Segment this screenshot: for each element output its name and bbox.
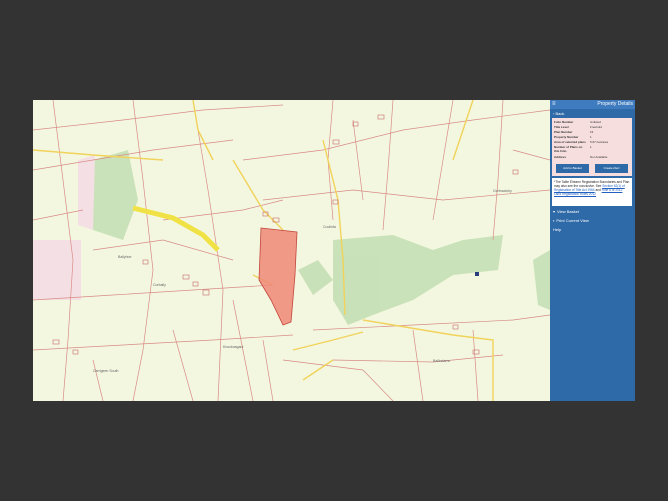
detail-value: Not Available <box>590 155 608 159</box>
property-details: Folio Number Unlisted Title Level Freeho… <box>552 118 632 176</box>
place-label: Ballindarra <box>433 359 450 363</box>
hamburger-icon[interactable]: ≡ <box>552 101 556 108</box>
panel-title: Property Details <box>597 101 633 107</box>
hatched-area <box>33 240 81 300</box>
detail-value: Unlisted <box>590 120 601 124</box>
place-label: Corbally <box>153 283 166 287</box>
detail-label: Property Number <box>554 135 579 139</box>
place-label: Coolinfa <box>323 225 336 229</box>
help-link[interactable]: Help <box>553 227 561 232</box>
detail-label: Address <box>554 155 567 159</box>
back-label: Back <box>555 111 565 116</box>
place-label: Knocknagaul <box>223 345 243 349</box>
view-basket-link[interactable]: ▾ View Basket <box>553 209 579 214</box>
disclaimer-note: *The Tailte Éireann Registration Boundar… <box>552 178 632 206</box>
app-window: Coolinfa Ballyhoe Knocknagaul Ballindarr… <box>33 100 635 401</box>
detail-label: Folio Number <box>554 120 574 124</box>
help-label: Help <box>553 227 562 232</box>
detail-value: 15 <box>590 130 594 134</box>
property-panel: ≡ Property Details ‹ Back Folio Number U… <box>550 100 635 401</box>
add-to-basket-button[interactable]: Add to Basket <box>556 164 589 173</box>
map-canvas[interactable]: Coolinfa Ballyhoe Knocknagaul Ballindarr… <box>33 100 550 401</box>
hatched-area <box>78 155 95 230</box>
cart-icon: ▾ <box>553 209 556 214</box>
panel-header: ≡ Property Details <box>550 100 635 109</box>
detail-value: 5.67 hectares <box>590 140 609 144</box>
detail-label: Title Level <box>554 125 569 129</box>
place-label: Carrigeen South <box>93 369 119 373</box>
back-button[interactable]: ‹ Back <box>553 111 564 116</box>
view-basket-label: View Basket <box>557 209 579 214</box>
print-label: Print Current View <box>556 218 589 223</box>
detail-value: Freehold <box>590 125 602 129</box>
place-label: Gortnaclohy <box>493 189 512 193</box>
detail-label: Plan Number <box>554 130 573 134</box>
place-label: Ballyhoe <box>118 255 131 259</box>
detail-label: Number of Plans on this folio <box>554 145 583 153</box>
detail-label: Area of selected plans <box>554 140 586 144</box>
detail-value: 1 <box>590 135 592 139</box>
printer-icon: ▪ <box>553 218 555 223</box>
detail-value: 1 <box>590 145 592 149</box>
marker <box>475 272 479 276</box>
print-current-view-link[interactable]: ▪ Print Current View <box>553 218 589 223</box>
create-alert-button[interactable]: Create Alert <box>595 164 628 173</box>
